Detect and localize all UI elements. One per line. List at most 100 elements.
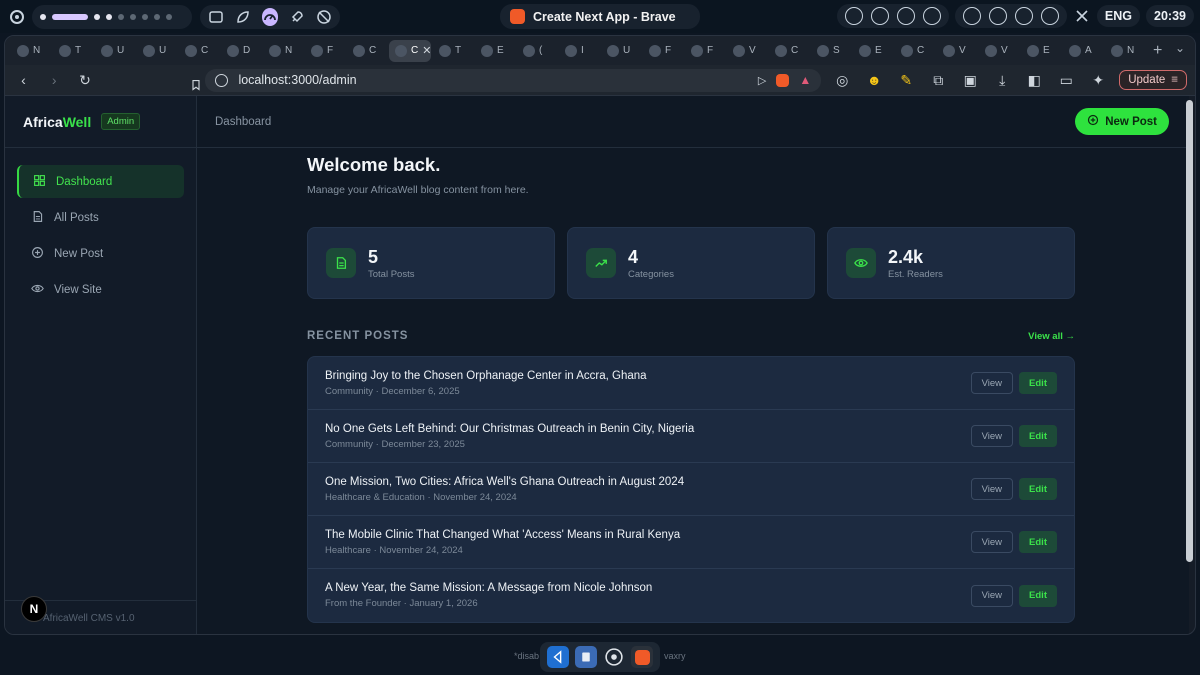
browser-tab[interactable]: T <box>53 40 93 62</box>
browser-tab[interactable]: E <box>475 40 515 62</box>
browser-tab[interactable]: F <box>685 40 725 62</box>
tools-icon[interactable] <box>1073 7 1091 25</box>
browser-tab[interactable]: V <box>937 40 977 62</box>
volume-icon[interactable] <box>988 7 1007 25</box>
gauge-icon[interactable] <box>261 8 279 26</box>
view-post-button[interactable]: View <box>970 584 1014 607</box>
workspace-dot[interactable] <box>94 14 100 20</box>
sidebar-item-dashboard[interactable]: Dashboard <box>17 165 184 198</box>
view-all-link[interactable]: View all → <box>1028 331 1075 342</box>
browser-tab[interactable]: U <box>137 40 177 62</box>
cube-icon[interactable] <box>870 7 889 25</box>
edit-post-button[interactable]: Edit <box>1019 531 1057 553</box>
rocket-icon[interactable] <box>288 8 305 26</box>
extension-yellow-icon[interactable]: ☻ <box>863 69 885 91</box>
workspace-dot[interactable] <box>118 14 124 20</box>
forward-button[interactable]: › <box>44 69 65 91</box>
workspace-dot[interactable] <box>106 14 112 20</box>
workspace-switcher[interactable] <box>32 5 192 29</box>
obs-icon[interactable] <box>603 646 625 668</box>
browser-tab[interactable]: E <box>1021 40 1061 62</box>
tab-list-chevron-icon[interactable]: ⌄ <box>1175 41 1185 55</box>
edit-post-button[interactable]: Edit <box>1019 372 1057 394</box>
puzzle-icon[interactable]: ⧉ <box>927 69 949 91</box>
browser-tab[interactable]: N <box>1105 40 1145 62</box>
browser-tab[interactable]: I <box>559 40 599 62</box>
view-post-button[interactable]: View <box>970 372 1014 394</box>
browser-tab[interactable]: S <box>811 40 851 62</box>
browser-tab[interactable]: A <box>1063 40 1103 62</box>
screen-record-icon[interactable] <box>922 7 941 25</box>
keyboard-language[interactable]: ENG <box>1096 5 1141 27</box>
brave-rewards-icon[interactable]: ▲ <box>799 73 811 87</box>
new-post-button[interactable]: New Post <box>1075 108 1169 135</box>
leaf-icon[interactable] <box>235 8 252 26</box>
update-button[interactable]: Update ≡ <box>1119 70 1188 90</box>
workspace-dot[interactable] <box>166 14 172 20</box>
view-post-button[interactable]: View <box>970 531 1014 553</box>
sidebar-toggle-icon[interactable]: ◧ <box>1023 69 1045 91</box>
workspace-dot[interactable] <box>154 14 160 20</box>
battery-icon[interactable] <box>1040 7 1059 25</box>
edit-post-button[interactable]: Edit <box>1019 478 1057 500</box>
sidebar-item-view-site[interactable]: View Site <box>17 273 184 306</box>
browser-tab[interactable]: U <box>95 40 135 62</box>
browser-tab[interactable]: C ✕ <box>389 39 431 62</box>
microphone-icon[interactable] <box>1014 7 1033 25</box>
reload-button[interactable]: ↻ <box>75 69 96 91</box>
back-button[interactable]: ‹ <box>13 69 34 91</box>
browser-tab[interactable]: C <box>179 40 219 62</box>
database-icon[interactable] <box>844 7 863 25</box>
sidebar-item-new-post[interactable]: New Post <box>17 237 184 270</box>
nextjs-devtools-button[interactable]: N <box>21 596 47 622</box>
browser-tab[interactable]: E <box>853 40 893 62</box>
edit-post-button[interactable]: Edit <box>1019 584 1057 607</box>
window-icon[interactable] <box>208 8 225 26</box>
edit-post-button[interactable]: Edit <box>1019 425 1057 447</box>
workspace-active[interactable] <box>52 14 88 20</box>
no-wifi-icon[interactable] <box>315 8 332 26</box>
browser-tab[interactable]: C <box>769 40 809 62</box>
brave-shields-icon[interactable] <box>776 73 790 87</box>
brightness-icon[interactable] <box>962 7 981 25</box>
browser-tab[interactable]: F <box>305 40 345 62</box>
vscode-icon[interactable] <box>547 646 569 668</box>
notes-icon[interactable] <box>575 646 597 668</box>
leo-icon[interactable]: ✦ <box>1087 69 1109 91</box>
page-scrollbar[interactable] <box>1186 100 1193 562</box>
browser-tab[interactable]: C <box>347 40 387 62</box>
new-tab-button[interactable]: + <box>1153 42 1162 60</box>
browser-tab[interactable]: T <box>433 40 473 62</box>
close-tab-icon[interactable]: ✕ <box>422 44 431 57</box>
wallet-icon[interactable]: ▭ <box>1055 69 1077 91</box>
extension-icon[interactable]: ◎ <box>831 69 853 91</box>
url-text[interactable]: localhost:3000/admin <box>238 73 747 87</box>
sidebar-item-all-posts[interactable]: All Posts <box>17 201 184 234</box>
workspace-dot[interactable] <box>130 14 136 20</box>
view-post-button[interactable]: View <box>970 478 1014 500</box>
browser-tab[interactable]: N <box>11 40 51 62</box>
bookmark-icon[interactable] <box>185 74 207 96</box>
browser-tab[interactable]: C <box>895 40 935 62</box>
browser-tab[interactable]: N <box>263 40 303 62</box>
browser-tab[interactable]: V <box>979 40 1019 62</box>
brave-dock-icon[interactable] <box>631 646 653 668</box>
launcher-icon[interactable] <box>8 8 26 26</box>
clock[interactable]: 20:39 <box>1146 5 1194 27</box>
workspace-dot[interactable] <box>142 14 148 20</box>
browser-tab[interactable]: ( <box>517 40 557 62</box>
address-bar[interactable]: localhost:3000/admin ▷ ▲ <box>205 68 822 92</box>
chip-icon[interactable] <box>896 7 915 25</box>
browser-tab[interactable]: V <box>727 40 767 62</box>
share-icon[interactable]: ▷ <box>758 74 766 87</box>
browser-tab[interactable]: D <box>221 40 261 62</box>
pen-icon[interactable]: ✎ <box>895 69 917 91</box>
view-post-button[interactable]: View <box>970 425 1014 447</box>
brand-logo[interactable]: AfricaWell <box>23 114 91 130</box>
reader-icon[interactable]: ▣ <box>959 69 981 91</box>
workspace-dot[interactable] <box>40 14 46 20</box>
site-info-icon[interactable] <box>215 73 229 87</box>
download-icon[interactable]: ⤓ <box>991 69 1013 91</box>
browser-tab[interactable]: F <box>643 40 683 62</box>
browser-tab[interactable]: U <box>601 40 641 62</box>
